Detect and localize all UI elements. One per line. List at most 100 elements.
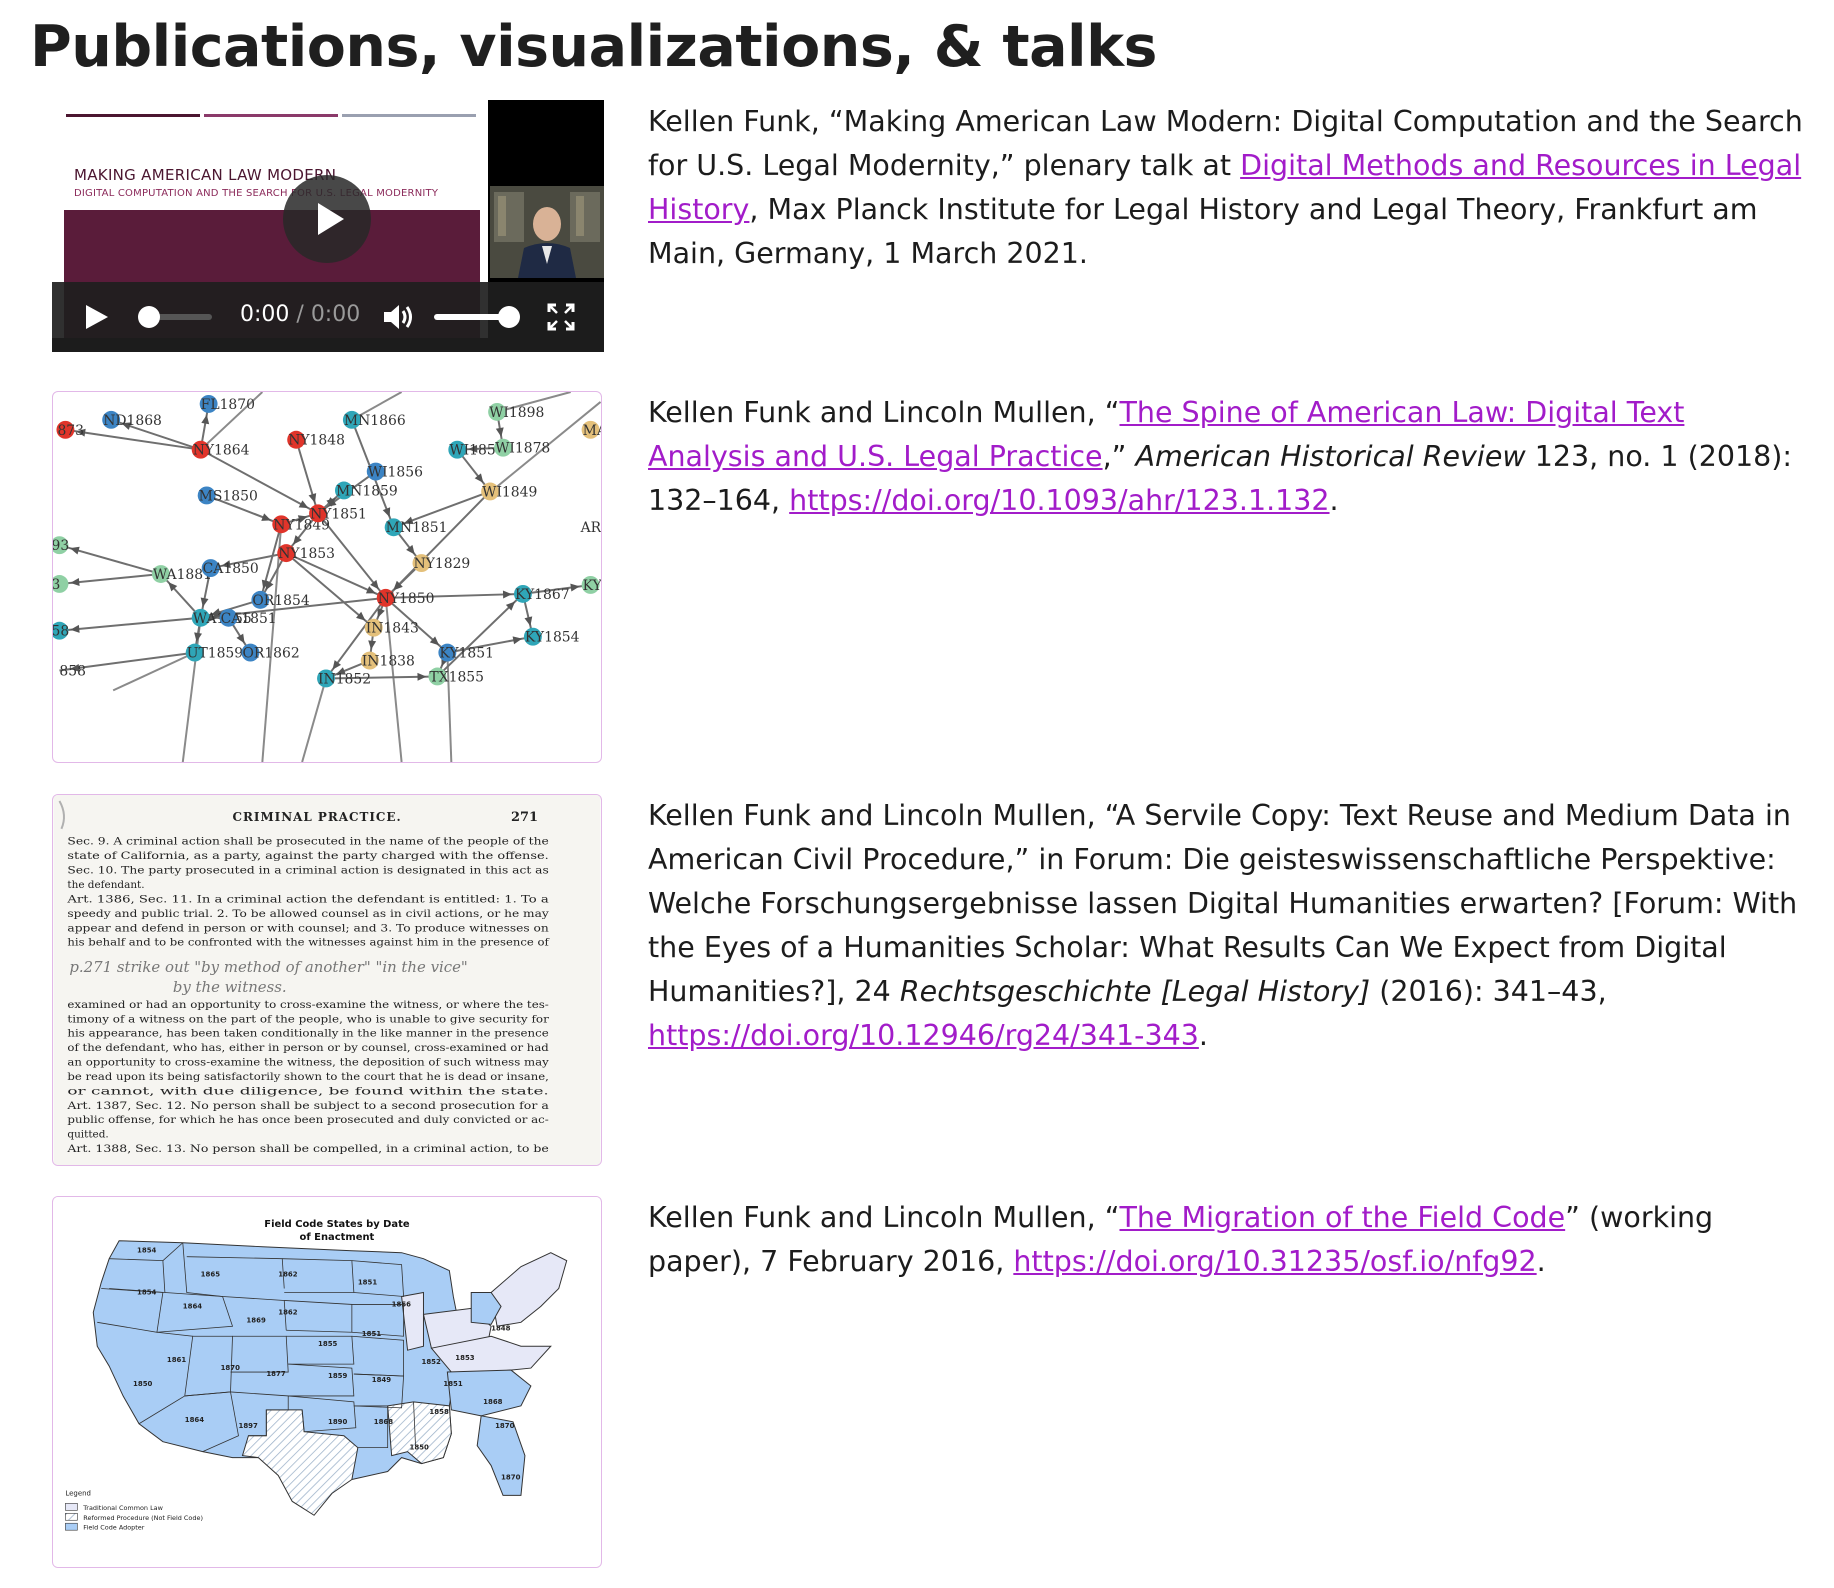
svg-text:KY1867: KY1867 [515, 587, 570, 603]
svg-text:WI1878: WI1878 [495, 441, 550, 457]
map-year-label: 1856 [392, 1300, 412, 1308]
map-year-label: 1862 [278, 1308, 298, 1316]
network-node: WI1856 [366, 462, 423, 481]
map-year-label: 1855 [318, 1340, 338, 1348]
svg-text:873: 873 [57, 423, 84, 439]
network-node: NY1853 [277, 544, 335, 562]
scanned-page-thumbnail[interactable]: CRIMINAL PRACTICE. 271 Sec. 9. A crimina… [52, 794, 602, 1166]
map-legend-label: Traditional Common Law [82, 1504, 163, 1512]
field-code-map-thumbnail[interactable]: Field Code States by Date of Enactment 1… [52, 1196, 602, 1568]
svg-text:58: 58 [53, 624, 69, 640]
network-node: NY1851 [309, 504, 367, 522]
publication-link[interactable]: The Migration of the Field Code [1119, 1201, 1565, 1234]
current-time: 0:00 [240, 302, 290, 327]
svg-text:WI1856: WI1856 [368, 465, 423, 481]
play-icon[interactable] [82, 302, 112, 332]
network-node: AR18 [580, 520, 601, 536]
seek-handle[interactable] [138, 306, 160, 328]
video-controls-bar: 0:00 / 0:00 [52, 282, 604, 352]
network-node: MN1851 [384, 518, 447, 536]
scan-line: the defendant. [67, 879, 144, 891]
svg-text:WI1898: WI1898 [489, 405, 544, 421]
svg-text:KY: KY [583, 578, 601, 594]
map-year-label: 1853 [455, 1354, 475, 1362]
publication-link[interactable]: https://doi.org/10.31235/osf.io/nfg92 [1013, 1245, 1536, 1278]
slide-bar-2 [204, 114, 338, 117]
map-year-label: 1870 [495, 1422, 515, 1430]
map-year-label: 1854 [137, 1288, 157, 1296]
scanned-page: CRIMINAL PRACTICE. 271 Sec. 9. A crimina… [53, 795, 601, 1165]
publication-citation-text: , Max Planck Institute for Legal History… [648, 193, 1758, 270]
network-node: NY1848 [287, 430, 345, 449]
volume-handle[interactable] [498, 306, 520, 328]
map-legend-swatch [65, 1512, 78, 1521]
scan-line: of the defendant, who has, either in per… [67, 1042, 549, 1054]
network-node: IN1838 [360, 651, 415, 670]
map-year-label: 1864 [183, 1302, 203, 1310]
video-player[interactable]: MAKING AMERICAN LAW MODERN DIGITAL COMPU… [52, 100, 604, 352]
svg-text:IN1843: IN1843 [366, 621, 419, 637]
scan-line: Art. 1387, Sec. 12. No person shall be s… [66, 1100, 549, 1112]
time-separator: / [289, 302, 311, 327]
big-play-button[interactable] [283, 175, 371, 263]
scan-line: his behalf and to be confronted with the… [67, 937, 550, 949]
map-year-label: 1890 [328, 1418, 348, 1426]
svg-text:ND1868: ND1868 [103, 413, 162, 429]
scan-line: state of California, as a party, against… [67, 850, 548, 862]
slide-bar-3 [342, 114, 476, 117]
map-year-label: 1868 [483, 1398, 503, 1406]
map-year-label: 1877 [266, 1370, 286, 1378]
field-code-map: Field Code States by Date of Enactment 1… [53, 1197, 601, 1567]
map-year-label: 1859 [328, 1372, 348, 1380]
network-node: CA1851 [219, 608, 277, 627]
publication-row-spine: FL1870 ND1868 NY1864 NY1848 MN1866 WI1898 WI18… [52, 391, 1812, 763]
publication-citation-text: Kellen Funk and Lincoln Mullen, “ [648, 1201, 1120, 1234]
network-node: KY1854 [523, 627, 580, 646]
fullscreen-icon[interactable] [546, 302, 576, 332]
volume-icon[interactable] [382, 302, 416, 332]
svg-text:AR18: AR18 [580, 520, 601, 536]
time-display: 0:00 / 0:00 [240, 302, 360, 327]
svg-text:KY1854: KY1854 [525, 630, 580, 646]
video-slide-subtitle: DIGITAL COMPUTATION AND THE SEARCH FOR U… [74, 188, 439, 199]
map-year-label: 1849 [372, 1376, 392, 1384]
svg-text:MA: MA [583, 423, 601, 439]
scan-line: quitted. [67, 1129, 108, 1141]
page-title: Publications, visualizations, & talks [30, 14, 1157, 80]
svg-text:CA1851: CA1851 [221, 611, 277, 627]
svg-text:IN1838: IN1838 [362, 654, 415, 670]
svg-text:NY1829: NY1829 [414, 556, 471, 572]
scan-line: his appearance, has been taken condition… [67, 1028, 548, 1040]
network-node: 3 [53, 575, 69, 593]
publication-link[interactable]: https://doi.org/10.12946/rg24/341-343 [648, 1019, 1199, 1052]
publication-link[interactable]: https://doi.org/10.1093/ahr/123.1.132 [789, 484, 1329, 517]
scan-line: Art. 1386, Sec. 11. In a criminal action… [66, 893, 549, 905]
slide-bar-1 [66, 114, 200, 117]
svg-text:NY1864: NY1864 [193, 443, 250, 459]
svg-text:NY1853: NY1853 [278, 546, 335, 562]
map-title-line1: Field Code States by Date [264, 1219, 410, 1230]
map-year-label: 1848 [491, 1324, 511, 1332]
svg-text:MN1859: MN1859 [336, 483, 398, 499]
network-graph-thumbnail[interactable]: FL1870 ND1868 NY1864 NY1848 MN1866 WI1898 WI18… [52, 391, 602, 763]
scan-header: CRIMINAL PRACTICE. [233, 810, 402, 824]
network-node: WI1898 [488, 402, 544, 421]
scan-line: an opportunity to cross-examine the witn… [67, 1057, 549, 1069]
map-title-line2: of Enactment [300, 1232, 375, 1243]
map-legend-title: Legend [65, 1489, 91, 1497]
network-node: UT1859 [185, 643, 243, 662]
network-node: MS1850 [197, 486, 258, 504]
volume-slider[interactable] [434, 314, 506, 320]
svg-text:93: 93 [53, 538, 69, 554]
publication-journal-title: Rechtsgeschichte [Legal History] [899, 975, 1371, 1008]
publication-row-talk: MAKING AMERICAN LAW MODERN DIGITAL COMPU… [52, 100, 1812, 360]
network-node: MN1859 [334, 481, 398, 499]
network-node: KY1851 [438, 643, 494, 662]
network-graph: FL1870 ND1868 NY1864 NY1848 MN1866 WI1898 WI18… [53, 392, 601, 762]
map-legend-swatch [65, 1522, 78, 1531]
scan-line: timony of a witness on the part of the p… [67, 1013, 548, 1025]
map-year-label: 1861 [167, 1356, 187, 1364]
svg-text:MN1866: MN1866 [344, 413, 406, 429]
network-node: 873 [56, 420, 84, 439]
network-node: MN1866 [342, 410, 406, 429]
